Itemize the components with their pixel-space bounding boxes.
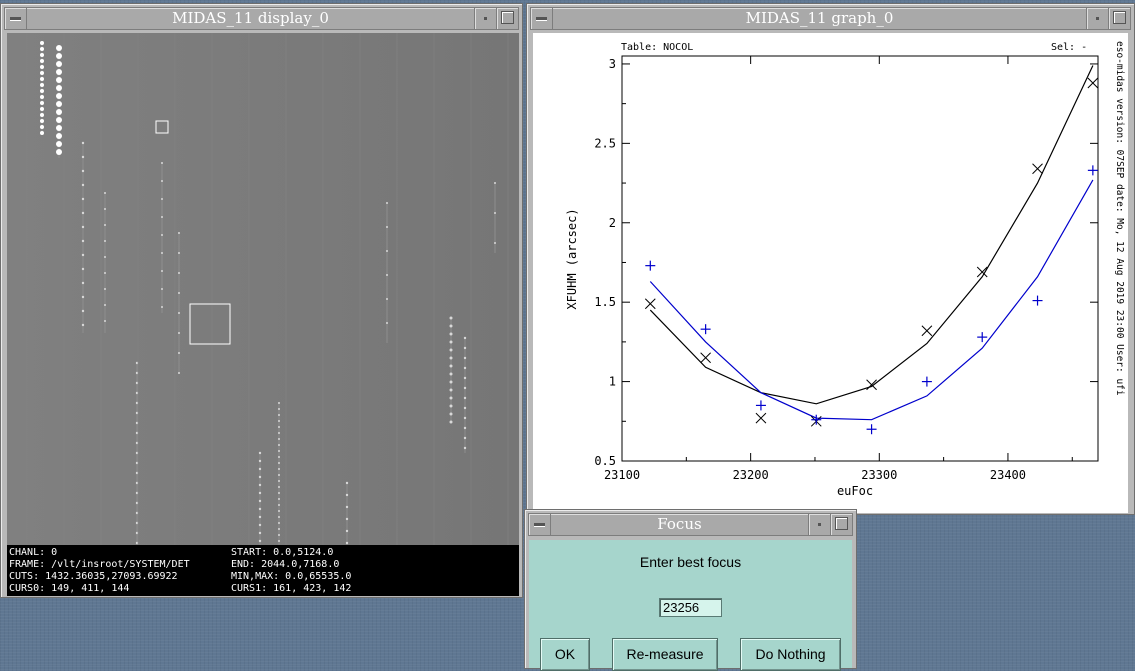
status-curs1: CURS1: 161, 423, 142 bbox=[231, 583, 352, 594]
graph-canvas: Table: NOCOL Sel: - eso-midas version: 0… bbox=[533, 33, 1128, 513]
display-window: MIDAS_11 display_0 CHANL: 0 FRAME: /vlt/… bbox=[0, 3, 523, 598]
focus-dialog: Focus Enter best focus 23256 OK Re-measu… bbox=[524, 509, 857, 671]
y-tick-label: 2.5 bbox=[594, 136, 616, 150]
focus-titlebar[interactable]: Focus bbox=[528, 513, 853, 536]
maximize-button[interactable] bbox=[1108, 8, 1130, 29]
data-point-series-0 bbox=[644, 298, 656, 310]
minimize-icon bbox=[1096, 17, 1099, 20]
status-curs0: CURS0: 149, 411, 144 bbox=[9, 583, 130, 594]
data-point-series-1 bbox=[755, 400, 766, 411]
maximize-button[interactable] bbox=[496, 8, 518, 29]
focus-dialog-title: Focus bbox=[657, 515, 702, 533]
fit-curve-series-1 bbox=[649, 179, 1094, 421]
display-window-title: MIDAS_11 display_0 bbox=[172, 9, 329, 27]
focus-plot: Table: NOCOL Sel: - eso-midas version: 0… bbox=[565, 41, 1125, 498]
data-point-series-1 bbox=[645, 260, 656, 271]
data-point-series-0 bbox=[1032, 163, 1043, 175]
status-start: START: 0.0,5124.0 bbox=[231, 547, 334, 558]
maximize-icon bbox=[1113, 11, 1126, 24]
minimize-icon bbox=[818, 523, 821, 526]
y-tick-label: 1 bbox=[609, 375, 616, 389]
status-cuts: CUTS: 1432.36035,27093.69922 bbox=[9, 571, 178, 582]
x-tick-label: 23200 bbox=[733, 468, 769, 482]
image-display[interactable] bbox=[7, 33, 519, 545]
fit-curve-series-0 bbox=[649, 65, 1094, 405]
table-label: Table: NOCOL bbox=[621, 42, 693, 53]
window-menu-icon bbox=[10, 17, 21, 20]
y-tick-label: 3 bbox=[609, 57, 616, 71]
graph-titlebar[interactable]: MIDAS_11 graph_0 bbox=[530, 7, 1131, 30]
status-minmax: MIN,MAX: 0.0,65535.0 bbox=[231, 571, 352, 582]
data-point-series-1 bbox=[866, 424, 877, 435]
data-point-series-0 bbox=[700, 352, 711, 364]
y-tick-label: 2 bbox=[609, 216, 616, 230]
focus-dialog-body: Enter best focus 23256 OK Re-measure Do … bbox=[529, 540, 852, 671]
data-point-series-1 bbox=[977, 332, 988, 343]
graph-window-title: MIDAS_11 graph_0 bbox=[745, 9, 894, 27]
sel-label: Sel: - bbox=[1051, 42, 1087, 53]
y-axis-label: XFUHM (arcsec) bbox=[565, 208, 579, 309]
maximize-icon bbox=[501, 11, 514, 24]
detector-image bbox=[7, 33, 519, 545]
display-titlebar[interactable]: MIDAS_11 display_0 bbox=[4, 7, 519, 30]
data-point-series-0 bbox=[921, 325, 933, 337]
minimize-button[interactable] bbox=[1086, 8, 1108, 29]
focus-prompt: Enter best focus bbox=[639, 554, 742, 570]
window-menu-button[interactable] bbox=[529, 514, 551, 535]
status-end: END: 2044.0,7168.0 bbox=[231, 559, 340, 570]
display-status-panel: CHANL: 0 FRAME: /vlt/insroot/SYSTEM/DET … bbox=[7, 545, 519, 596]
x-axis-label: euFoc bbox=[837, 484, 873, 498]
window-menu-icon bbox=[536, 17, 547, 20]
data-point-series-0 bbox=[755, 412, 767, 424]
data-point-series-1 bbox=[921, 376, 932, 387]
x-tick-label: 23400 bbox=[990, 468, 1026, 482]
ok-button[interactable]: OK bbox=[540, 638, 590, 671]
data-point-series-0 bbox=[1087, 77, 1099, 89]
minimize-button[interactable] bbox=[808, 514, 830, 535]
remeasure-button[interactable]: Re-measure bbox=[612, 638, 718, 671]
data-point-series-1 bbox=[700, 324, 711, 335]
data-point-series-1 bbox=[1087, 165, 1098, 176]
x-tick-label: 23100 bbox=[604, 468, 640, 482]
status-frame: FRAME: /vlt/insroot/SYSTEM/DET bbox=[9, 559, 190, 570]
status-chanl: CHANL: 0 bbox=[9, 547, 58, 558]
do-nothing-button[interactable]: Do Nothing bbox=[740, 638, 841, 671]
graph-side-text: eso-midas version: 07SEP date: Mo, 12 Au… bbox=[1114, 41, 1125, 396]
data-point-series-1 bbox=[1032, 295, 1043, 306]
minimize-icon bbox=[484, 17, 487, 20]
window-menu-button[interactable] bbox=[5, 8, 27, 29]
minimize-button[interactable] bbox=[474, 8, 496, 29]
graph-window: MIDAS_11 graph_0 Table: NOCOL Sel: - eso… bbox=[526, 3, 1135, 515]
maximize-icon bbox=[835, 517, 848, 530]
best-focus-input[interactable]: 23256 bbox=[659, 598, 722, 617]
y-tick-label: 0.5 bbox=[594, 454, 616, 468]
plot-frame bbox=[621, 55, 1099, 462]
window-menu-button[interactable] bbox=[531, 8, 553, 29]
maximize-button[interactable] bbox=[830, 514, 852, 535]
y-tick-label: 1.5 bbox=[594, 295, 616, 309]
data-point-series-0 bbox=[866, 379, 877, 391]
x-tick-label: 23300 bbox=[861, 468, 897, 482]
window-menu-icon bbox=[534, 523, 545, 526]
